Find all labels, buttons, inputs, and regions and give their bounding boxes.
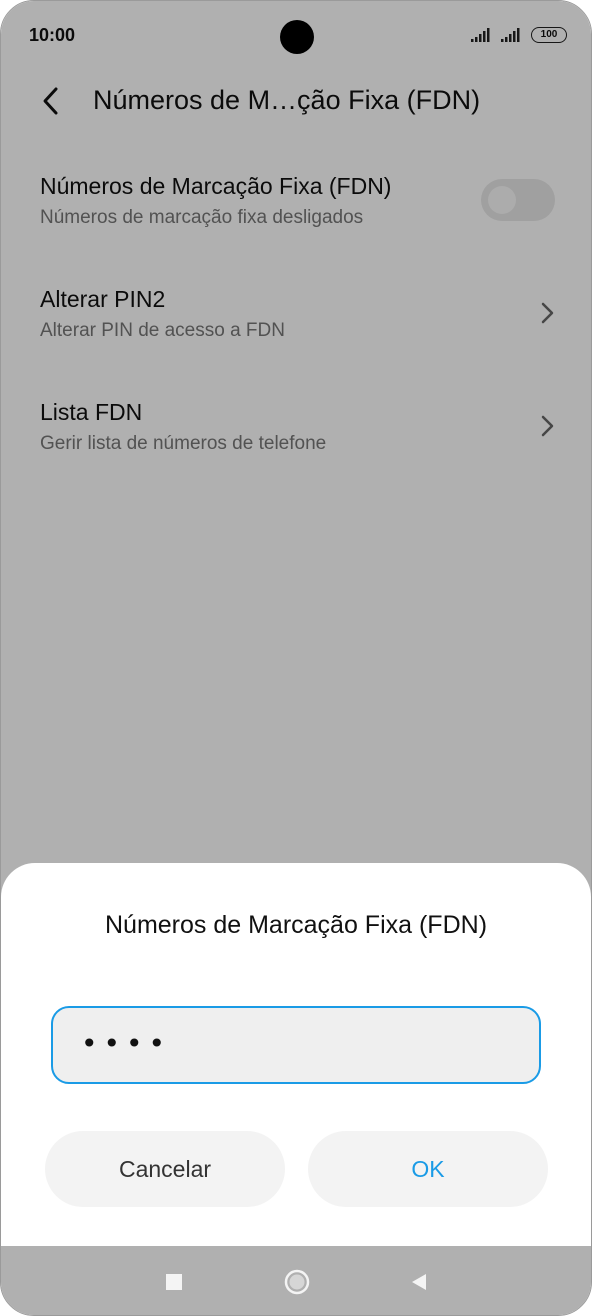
cancel-button[interactable]: Cancelar xyxy=(45,1131,285,1207)
settings-screen: 10:00 100 Números de M…ção Fixa (FDN) Nú… xyxy=(1,1,591,1315)
home-circle-icon xyxy=(284,1269,310,1295)
phone-frame: 10:00 100 Números de M…ção Fixa (FDN) Nú… xyxy=(0,0,592,1316)
back-triangle-icon xyxy=(412,1274,426,1290)
pin2-input[interactable]: •••• xyxy=(51,1006,541,1084)
ok-button[interactable]: OK xyxy=(308,1131,548,1207)
recents-square-icon xyxy=(166,1274,182,1290)
home-button[interactable] xyxy=(281,1266,313,1298)
nav-back-button[interactable] xyxy=(403,1266,435,1298)
recents-button[interactable] xyxy=(158,1266,190,1298)
navigation-bar xyxy=(1,1246,591,1315)
pin-dialog: Números de Marcação Fixa (FDN) •••• Canc… xyxy=(1,863,591,1247)
dialog-title: Números de Marcação Fixa (FDN) xyxy=(104,911,488,939)
